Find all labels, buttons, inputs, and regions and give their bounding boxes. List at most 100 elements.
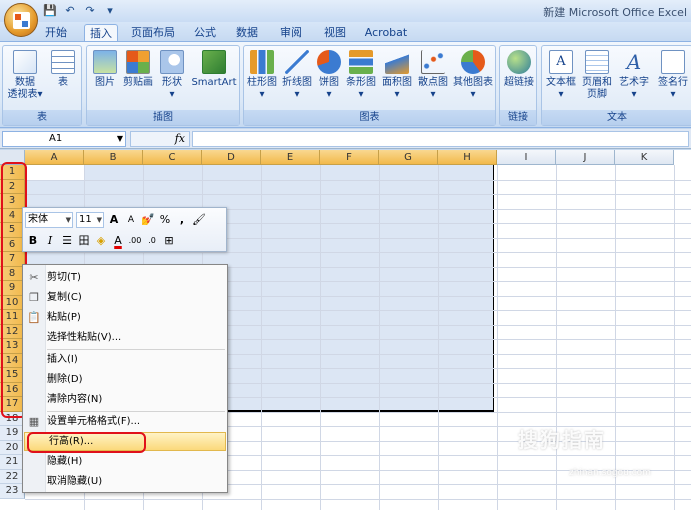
menu-item-paste[interactable]: 📋 粘贴(P) bbox=[23, 308, 227, 328]
percent-style-button[interactable]: % bbox=[158, 212, 172, 228]
column-header-b[interactable]: B bbox=[84, 150, 143, 165]
group-label-charts: 图表 bbox=[244, 110, 495, 125]
customize-qat-icon[interactable]: ▾ bbox=[102, 3, 118, 18]
formula-input[interactable] bbox=[192, 131, 689, 147]
tab-acrobat[interactable]: Acrobat bbox=[362, 24, 410, 42]
chevron-down-icon: ▼ bbox=[65, 216, 71, 224]
column-gridline bbox=[320, 165, 321, 510]
menu-item-clear-contents[interactable]: 清除内容(N) bbox=[23, 390, 227, 410]
decrease-decimal-button[interactable]: .0 bbox=[145, 233, 159, 249]
column-gridline bbox=[615, 165, 616, 510]
group-links: 超链接 链接 bbox=[499, 45, 537, 126]
number-format-button[interactable]: 💅 bbox=[141, 212, 155, 228]
line-chart-button[interactable]: 折线图 ▾ bbox=[280, 50, 314, 101]
menu-item-copy[interactable]: ❐ 复制(C) bbox=[23, 288, 227, 308]
menu-item-hide[interactable]: 隐藏(H) bbox=[23, 452, 227, 472]
column-header-d[interactable]: D bbox=[202, 150, 261, 165]
ribbon: 数据 透视表▾ 表 表 图片 剪贴画 形状 ▾ SmartArt 插图 柱形图 … bbox=[0, 41, 691, 128]
column-header-f[interactable]: F bbox=[320, 150, 379, 165]
picture-button[interactable]: 图片 bbox=[91, 50, 119, 89]
column-header-i[interactable]: I bbox=[497, 150, 556, 165]
active-cell-a1[interactable] bbox=[26, 165, 85, 180]
bar-chart-button[interactable]: 条形图 ▾ bbox=[344, 50, 378, 101]
fx-area: fx bbox=[130, 131, 190, 147]
table-button[interactable]: 表 bbox=[47, 50, 79, 89]
menu-item-cut[interactable]: ✂ 剪切(T) bbox=[23, 268, 227, 288]
header-footer-icon bbox=[585, 50, 609, 74]
area-chart-button[interactable]: 面积图 ▾ bbox=[380, 50, 414, 101]
wordart-button[interactable]: A 艺术字 ▾ bbox=[616, 50, 652, 101]
office-button[interactable] bbox=[4, 3, 38, 37]
redo-icon[interactable]: ↷ bbox=[82, 3, 98, 18]
smartart-icon bbox=[202, 50, 226, 74]
fill-color-button[interactable]: ◈ bbox=[94, 233, 108, 249]
merge-center-button[interactable]: ⊞ bbox=[162, 233, 176, 249]
row-gridline bbox=[25, 194, 691, 195]
textbox-button[interactable]: A 文本框 ▾ bbox=[544, 50, 578, 101]
tab-insert[interactable]: 插入 bbox=[84, 24, 118, 42]
column-header-a[interactable]: A bbox=[25, 150, 84, 165]
pie-chart-icon bbox=[317, 50, 341, 74]
column-header-e[interactable]: E bbox=[261, 150, 320, 165]
bold-button[interactable]: B bbox=[26, 233, 40, 249]
smartart-button[interactable]: SmartArt bbox=[191, 50, 237, 89]
column-header-k[interactable]: K bbox=[615, 150, 674, 165]
shapes-icon bbox=[160, 50, 184, 74]
row-gridline bbox=[25, 179, 691, 181]
hyperlink-button[interactable]: 超链接 bbox=[501, 50, 537, 89]
menu-item-paste-special[interactable]: 选择性粘贴(V)... bbox=[23, 328, 227, 348]
column-header-j[interactable]: J bbox=[556, 150, 615, 165]
tab-home[interactable]: 开始 bbox=[40, 24, 72, 42]
tab-data[interactable]: 数据 bbox=[232, 24, 262, 42]
row-height-highlight bbox=[27, 432, 146, 453]
scatter-chart-icon bbox=[421, 50, 445, 74]
undo-icon[interactable]: ↶ bbox=[62, 3, 78, 18]
shrink-font-button[interactable]: A bbox=[124, 212, 138, 228]
font-color-button[interactable]: A bbox=[111, 233, 125, 249]
context-menu: ✂ 剪切(T) ❐ 复制(C) 📋 粘贴(P) 选择性粘贴(V)... 插入(I) 删… bbox=[22, 264, 228, 493]
other-charts-button[interactable]: 其他图表 ▾ bbox=[452, 50, 494, 101]
menu-item-format-cells[interactable]: ▦ 设置单元格格式(F)... bbox=[23, 412, 227, 432]
column-header-g[interactable]: G bbox=[379, 150, 438, 165]
save-icon[interactable]: 💾 bbox=[42, 3, 58, 18]
shapes-button[interactable]: 形状 ▾ bbox=[159, 50, 185, 101]
column-chart-button[interactable]: 柱形图 ▾ bbox=[246, 50, 278, 101]
column-chart-icon bbox=[250, 50, 274, 74]
pivot-table-button[interactable]: 数据 透视表▾ bbox=[7, 50, 43, 101]
insert-function-icon[interactable]: fx bbox=[175, 132, 185, 145]
group-tables: 数据 透视表▾ 表 表 bbox=[2, 45, 82, 126]
menu-item-insert[interactable]: 插入(I) bbox=[23, 350, 227, 370]
group-text: A 文本框 ▾ 页眉和 页脚 A 艺术字 ▾ 签名行 ▾ 文本 bbox=[541, 45, 691, 126]
column-header-h[interactable]: H bbox=[438, 150, 497, 165]
tab-review[interactable]: 审阅 bbox=[276, 24, 306, 42]
name-box[interactable]: A1 ▼ bbox=[2, 131, 126, 147]
grow-font-button[interactable]: A bbox=[107, 212, 121, 228]
line-chart-icon bbox=[285, 50, 309, 74]
column-gridline bbox=[379, 165, 380, 510]
clipart-button[interactable]: 剪贴画 bbox=[121, 50, 155, 89]
pie-chart-button[interactable]: 饼图 ▾ bbox=[316, 50, 342, 101]
tab-view[interactable]: 视图 bbox=[320, 24, 350, 42]
font-size-select[interactable]: 11 ▼ bbox=[76, 212, 104, 228]
menu-item-delete[interactable]: 删除(D) bbox=[23, 370, 227, 390]
tab-formulas[interactable]: 公式 bbox=[190, 24, 220, 42]
increase-decimal-button[interactable]: .00 bbox=[128, 233, 142, 249]
mini-toolbar: 宋体 ▼ 11 ▼ A A 💅 % , 🖌 B I ☰ 田 ◈ A .00 .0 ⊞ bbox=[22, 207, 227, 252]
copy-icon: ❐ bbox=[29, 291, 39, 304]
watermark-url: zhinan.sogou.com bbox=[569, 468, 651, 478]
tab-page-layout[interactable]: 页面布局 bbox=[128, 24, 178, 42]
group-label-tables: 表 bbox=[3, 110, 81, 125]
italic-button[interactable]: I bbox=[43, 233, 57, 249]
comma-style-button[interactable]: , bbox=[175, 212, 189, 228]
chevron-down-icon[interactable]: ▼ bbox=[117, 132, 123, 146]
font-name-select[interactable]: 宋体 ▼ bbox=[25, 212, 73, 228]
format-painter-button[interactable]: 🖌 bbox=[192, 212, 206, 228]
menu-item-unhide[interactable]: 取消隐藏(U) bbox=[23, 472, 227, 492]
column-header-c[interactable]: C bbox=[143, 150, 202, 165]
header-footer-button[interactable]: 页眉和 页脚 bbox=[580, 50, 614, 101]
borders-button[interactable]: 田 bbox=[77, 233, 91, 249]
center-align-button[interactable]: ☰ bbox=[60, 233, 74, 249]
column-gridline bbox=[556, 165, 557, 510]
scatter-chart-button[interactable]: 散点图 ▾ bbox=[416, 50, 450, 101]
signature-line-button[interactable]: 签名行 ▾ bbox=[654, 50, 691, 101]
